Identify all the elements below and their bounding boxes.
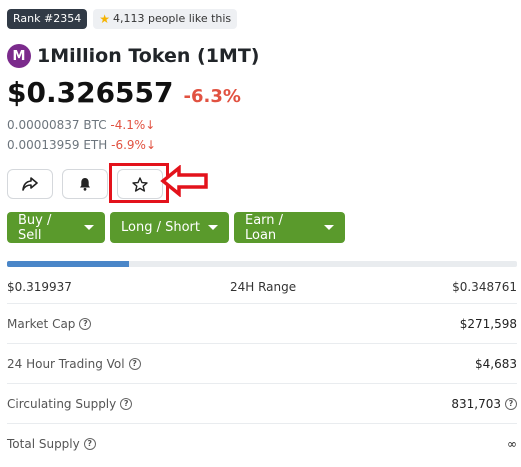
market-cap-value: $271,598: [459, 316, 517, 331]
chevron-down-icon: [84, 225, 94, 230]
stat-row-circulating-supply: Circulating Supply? 831,703?: [7, 383, 517, 423]
buy-sell-button[interactable]: Buy / Sell: [7, 212, 105, 243]
earn-loan-button[interactable]: Earn / Loan: [234, 212, 345, 243]
trade-buttons: Buy / Sell Long / Short Earn / Loan: [7, 212, 345, 243]
rank-badge[interactable]: Rank #2354: [7, 9, 88, 29]
range-low: $0.319937: [7, 280, 72, 294]
star-icon: ★: [99, 12, 110, 26]
btc-value: 0.00000837 BTC: [7, 118, 107, 132]
stat-row-total-supply: Total Supply? ∞: [7, 423, 517, 463]
range-label: 24H Range: [230, 280, 297, 294]
total-supply-value: ∞: [507, 436, 517, 451]
price-row: $0.326557 -6.3%: [7, 76, 241, 109]
stat-row-market-cap: Market Cap? $271,598: [7, 303, 517, 343]
down-arrow-icon: ↓: [145, 118, 156, 132]
pointer-arrow-icon: [160, 165, 208, 197]
range-high: $0.348761: [452, 280, 517, 294]
chevron-down-icon: [208, 225, 218, 230]
circulating-supply-value: 831,703: [451, 396, 501, 411]
coin-logo: M: [7, 44, 31, 68]
stat-row-trading-vol: 24 Hour Trading Vol? $4,683: [7, 343, 517, 383]
alert-button[interactable]: [62, 169, 108, 199]
help-icon[interactable]: ?: [128, 357, 141, 370]
stats-table: Market Cap? $271,598 24 Hour Trading Vol…: [7, 303, 517, 463]
trading-vol-value: $4,683: [475, 356, 517, 371]
chevron-down-icon: [324, 225, 334, 230]
likes-badge[interactable]: ★ 4,113 people like this: [93, 9, 238, 29]
eth-change: -6.9%: [111, 138, 146, 152]
price-change: -6.3%: [183, 86, 241, 107]
btc-conversion: 0.00000837 BTC -4.1%↓: [7, 118, 155, 132]
watchlist-button-wrapper: [109, 163, 169, 203]
coin-name: 1Million Token (1MT): [37, 45, 260, 67]
range-bar: [7, 261, 517, 267]
badges: Rank #2354 ★ 4,113 people like this: [7, 9, 238, 29]
help-icon[interactable]: ?: [83, 437, 96, 450]
eth-conversion: 0.00013959 ETH -6.9%↓: [7, 138, 156, 152]
eth-value: 0.00013959 ETH: [7, 138, 108, 152]
long-short-button[interactable]: Long / Short: [110, 212, 229, 243]
action-buttons: [7, 163, 169, 203]
btc-change: -4.1%: [110, 118, 146, 132]
coin-title: M 1Million Token (1MT): [7, 44, 259, 68]
bell-icon: [80, 178, 90, 191]
coin-price: $0.326557: [7, 76, 174, 109]
likes-count: 4,113 people like this: [112, 12, 232, 25]
down-arrow-icon: ↓: [145, 138, 156, 152]
help-icon[interactable]: ?: [79, 317, 92, 330]
share-icon: [22, 177, 38, 191]
help-icon[interactable]: ?: [505, 397, 517, 410]
share-button[interactable]: [7, 169, 53, 199]
range-fill: [7, 261, 130, 267]
help-icon[interactable]: ?: [120, 397, 133, 410]
